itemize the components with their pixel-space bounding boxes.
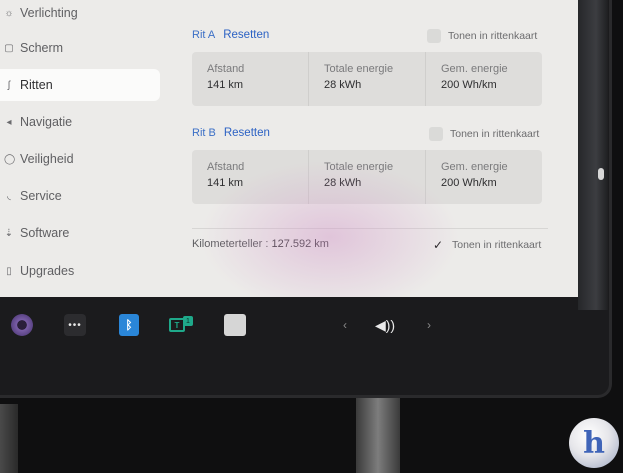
mount-left: [0, 404, 18, 473]
stat-value: 141 km: [207, 79, 244, 91]
sidebar-item-verlichting[interactable]: ☼ Verlichting: [0, 0, 160, 29]
trip-a-stats-card: Afstand 141 km Totale energie 28 kWh Gem…: [192, 52, 542, 106]
trip-b-checkbox[interactable]: [429, 127, 443, 141]
trip-a-title: Rit A: [192, 29, 216, 41]
wrench-icon: ◟: [7, 190, 11, 202]
trip-b-reset-button[interactable]: Resetten: [224, 127, 270, 139]
trip-a-map-toggle[interactable]: Tonen in rittenkaart: [427, 29, 537, 43]
app-badge: 1: [183, 316, 193, 326]
sidebar-item-service[interactable]: ◟ Service: [0, 180, 160, 212]
stat-value: 28 kWh: [324, 177, 362, 189]
sidebar-item-scherm[interactable]: ▢ Scherm: [0, 32, 160, 64]
download-icon: ⇣: [4, 227, 14, 239]
section-divider: [192, 228, 548, 229]
trip-b-toggle-label: Tonen in rittenkaart: [450, 128, 540, 140]
sidebar-item-ritten[interactable]: ʃ Ritten: [0, 69, 160, 101]
odometer-toggle-label: Tonen in rittenkaart: [452, 239, 542, 251]
odometer-map-toggle[interactable]: ✓ Tonen in rittenkaart: [431, 238, 541, 252]
display-side-strip: [578, 0, 608, 310]
trip-b-stats-card: Afstand 141 km Totale energie 28 kWh Gem…: [192, 150, 542, 204]
more-apps-icon[interactable]: •••: [64, 314, 86, 336]
trip-a-header: Rit A Resetten: [192, 27, 269, 43]
trip-b-header: Rit B Resetten: [192, 125, 270, 141]
stat-value: 141 km: [207, 177, 244, 189]
display-mount: [356, 398, 400, 473]
trip-b-title: Rit B: [192, 127, 216, 139]
trip-a-reset-button[interactable]: Resetten: [223, 29, 269, 41]
sidebar-item-label: Service: [20, 189, 62, 203]
sidebar-item-label: Ritten: [20, 78, 53, 92]
trip-a-avg-energy: Gem. energie 200 Wh/km: [425, 52, 542, 106]
stat-label: Gem. energie: [441, 63, 508, 75]
chevron-right-icon[interactable]: ›: [422, 314, 436, 336]
trip-b-avg-energy: Gem. energie 200 Wh/km: [425, 150, 542, 204]
chevron-left-icon[interactable]: ‹: [338, 314, 352, 336]
navigation-icon: ◂: [6, 116, 12, 128]
camera-icon[interactable]: [11, 314, 33, 336]
stat-value: 200 Wh/km: [441, 177, 497, 189]
trips-panel: Rit A Resetten Tonen in rittenkaart Afst…: [190, 0, 550, 297]
sidebar-item-upgrades[interactable]: ▯ Upgrades: [0, 255, 160, 287]
taskbar: ••• ᛒ T 1 ‹ ◀)) ›: [0, 305, 578, 345]
trips-icon: ʃ: [7, 79, 11, 91]
stat-label: Afstand: [207, 161, 245, 173]
sidebar-item-software[interactable]: ⇣ Software: [0, 217, 160, 249]
stat-value: 200 Wh/km: [441, 79, 497, 91]
shield-icon: ◯: [4, 153, 16, 165]
trip-b-distance: Afstand 141 km: [192, 150, 308, 204]
odometer-value: 127.592 km: [271, 238, 329, 250]
sidebar-item-label: Scherm: [20, 41, 64, 55]
bluetooth-icon[interactable]: ᛒ: [119, 314, 139, 336]
odometer-checkbox[interactable]: ✓: [431, 238, 445, 252]
trip-a-total-energy: Totale energie 28 kWh: [308, 52, 425, 106]
sidebar-item-navigatie[interactable]: ◂ Navigatie: [0, 106, 160, 138]
sidebar-item-label: Veiligheid: [20, 152, 74, 166]
settings-sidebar: ☼ Verlichting ▢ Scherm ʃ Ritten ◂ Naviga…: [0, 0, 162, 297]
display-icon: ▢: [4, 42, 14, 54]
stat-label: Gem. energie: [441, 161, 508, 173]
odometer-readout: Kilometerteller : 127.592 km: [192, 238, 329, 250]
sidebar-item-label: Navigatie: [20, 115, 73, 129]
app-launcher-icon[interactable]: T 1: [168, 314, 194, 336]
trip-b-map-toggle[interactable]: Tonen in rittenkaart: [429, 127, 539, 141]
bag-icon: ▯: [6, 265, 12, 277]
lightbulb-icon: ☼: [4, 7, 14, 19]
sidebar-item-label: Software: [20, 226, 70, 240]
stat-label: Afstand: [207, 63, 245, 75]
volume-icon[interactable]: ◀)): [370, 314, 400, 336]
odometer-label: Kilometerteller :: [192, 238, 269, 250]
sidebar-item-veiligheid[interactable]: ◯ Veiligheid: [0, 143, 160, 175]
sidebar-item-label: Upgrades: [20, 264, 75, 278]
card-icon[interactable]: [224, 314, 246, 336]
touchscreen: ☼ Verlichting ▢ Scherm ʃ Ritten ◂ Naviga…: [0, 0, 578, 297]
trip-a-toggle-label: Tonen in rittenkaart: [448, 30, 538, 42]
trip-a-checkbox[interactable]: [427, 29, 441, 43]
stat-value: 28 kWh: [324, 79, 362, 91]
trip-b-total-energy: Totale energie 28 kWh: [308, 150, 425, 204]
stat-label: Totale energie: [324, 161, 394, 173]
trip-a-distance: Afstand 141 km: [192, 52, 308, 106]
stat-label: Totale energie: [324, 63, 394, 75]
sidebar-item-label: Verlichting: [20, 6, 78, 20]
watermark-logo-icon: h: [569, 418, 619, 468]
